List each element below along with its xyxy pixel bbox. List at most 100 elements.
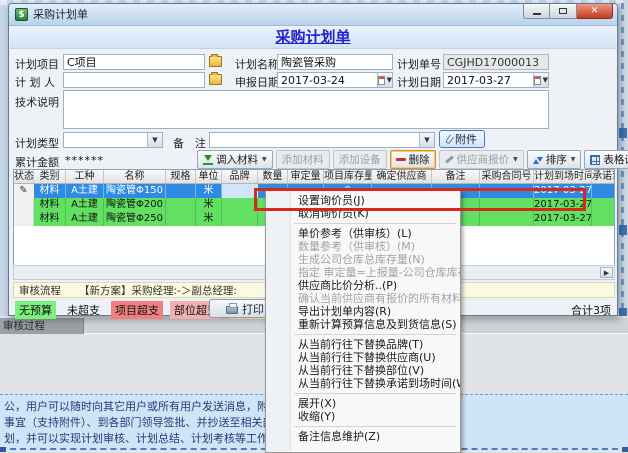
- column-header[interactable]: 名称: [104, 170, 166, 183]
- selection-handle[interactable]: [0, 447, 6, 452]
- toolbar-button: 添加材料: [276, 150, 330, 169]
- menu-separator: [294, 426, 456, 427]
- plan-date-input[interactable]: 2017-03-27 ▼: [443, 72, 549, 88]
- chevron-down-icon: ▼: [387, 76, 392, 84]
- toolbar-button[interactable]: 表格设置▼: [584, 150, 628, 169]
- minus-icon: [396, 158, 406, 161]
- maximize-button[interactable]: [550, 4, 577, 19]
- row-state-cell: [14, 198, 34, 212]
- attachment-button[interactable]: 附件: [439, 130, 485, 148]
- printer-icon: [226, 306, 238, 314]
- toolbar-button-label: 排序: [546, 152, 567, 167]
- column-header[interactable]: 承诺到场时间: [592, 170, 615, 183]
- column-header[interactable]: 采购合同号: [480, 170, 534, 183]
- column-header[interactable]: 计划到场时间: [534, 170, 592, 183]
- window-title: 采购计划单: [33, 4, 88, 26]
- planner-lookup-icon[interactable]: [209, 74, 222, 85]
- planner-input[interactable]: [63, 72, 205, 88]
- calendar-dropdown[interactable]: ▼: [533, 73, 548, 87]
- titlebar[interactable]: $ 采购计划单 ✕: [9, 4, 617, 26]
- plan-name-label: 计划名称: [235, 56, 279, 72]
- maximize-icon: [559, 8, 567, 14]
- context-menu-item[interactable]: 导出计划单内容(R): [266, 305, 460, 318]
- toolbar-button-label: 添加设备: [339, 152, 381, 167]
- context-menu-item[interactable]: 设置询价员(J): [266, 194, 460, 207]
- table-cell: [480, 198, 534, 212]
- context-menu-item[interactable]: 重新计算预算信息及到货信息(S): [266, 318, 460, 331]
- toolbar-button[interactable]: 删除: [390, 150, 436, 169]
- calendar-dropdown[interactable]: ▼: [377, 73, 392, 87]
- context-menu-item[interactable]: 展开(X): [266, 397, 460, 410]
- toolbar-button-label: 调入材料: [216, 152, 258, 167]
- table-cell: [222, 198, 258, 212]
- toolbar-button-label: 供应商报价: [457, 152, 510, 167]
- tech-note-textarea[interactable]: [63, 90, 549, 129]
- form-header-band: 采购计划单: [10, 26, 616, 49]
- plan-date-value[interactable]: 2017-03-27: [444, 73, 533, 87]
- app-icon: $: [15, 8, 28, 21]
- status-badge: 无预算: [15, 301, 56, 319]
- table-cell: [166, 198, 196, 212]
- table-cell: 米: [196, 198, 222, 212]
- planner-label: 计 划 人: [15, 74, 55, 90]
- tech-note-label: 技术说明: [15, 94, 59, 110]
- parent-panel-tab[interactable]: 审核过程: [0, 318, 84, 334]
- context-menu-item[interactable]: 从当前行往下替换承诺到场时间(W): [266, 377, 460, 390]
- plan-name-input[interactable]: [277, 54, 393, 70]
- chevron-down-icon: ▼: [513, 156, 518, 163]
- remark-label: 备 注: [173, 135, 206, 151]
- context-menu-item[interactable]: 单价参考（供审核）(L): [266, 227, 460, 240]
- table-cell: A土建: [66, 184, 104, 198]
- import-icon: [203, 155, 213, 165]
- toolbar-button[interactable]: 调入材料▼: [197, 150, 273, 169]
- screen: 审核过程 公，用户可以随时向其它用户或所有用户发送消息，附件。接收人只要在线就可…: [0, 0, 628, 453]
- column-header[interactable]: 审定量: [288, 170, 324, 183]
- column-header[interactable]: 确定供应商: [372, 170, 432, 183]
- declare-date-input[interactable]: 2017-03-24 ▼: [277, 72, 393, 88]
- window-buttons: ✕: [523, 4, 613, 19]
- plan-project-input[interactable]: [63, 54, 205, 70]
- column-header[interactable]: 备注: [432, 170, 480, 183]
- column-header[interactable]: 状态: [14, 170, 34, 183]
- status-badge: 项目超支: [111, 301, 163, 319]
- column-header[interactable]: 数量: [258, 170, 288, 183]
- chevron-down-icon[interactable]: ▼: [419, 133, 434, 147]
- context-menu-item[interactable]: 备注信息维护(Z): [266, 430, 460, 443]
- chevron-down-icon[interactable]: ▼: [147, 133, 162, 147]
- declare-date-value[interactable]: 2017-03-24: [278, 73, 377, 87]
- table-cell: [222, 184, 258, 198]
- context-menu-item[interactable]: 从当前行往下替换部位(V): [266, 364, 460, 377]
- table-cell: [592, 212, 615, 226]
- selection-handle[interactable]: [622, 447, 628, 452]
- context-menu-item[interactable]: 从当前行往下替换供应商(U): [266, 351, 460, 364]
- remark-select[interactable]: ▼: [209, 132, 435, 148]
- scroll-marker: [619, 128, 627, 138]
- toolbar-button: 供应商报价▼: [439, 150, 524, 169]
- scroll-marker: [619, 225, 627, 235]
- sort-icon: [533, 155, 543, 165]
- toolbar-button-label: 表格设置: [603, 152, 628, 167]
- context-menu-item[interactable]: 供应商比价分析..(P): [266, 279, 460, 292]
- column-header[interactable]: 单位: [196, 170, 222, 183]
- project-lookup-icon[interactable]: [209, 56, 222, 67]
- print-button-label: 打印: [242, 301, 264, 317]
- column-header[interactable]: 品牌: [222, 170, 258, 183]
- context-menu-item: 生成公司仓库总库存量(N): [266, 253, 460, 266]
- context-menu-item: 确认当前供应商有报价的所有材料(Q): [266, 292, 460, 305]
- scroll-right-button[interactable]: ▶: [600, 267, 613, 278]
- row-state-cell: [14, 212, 34, 226]
- table-cell: [222, 212, 258, 226]
- column-header[interactable]: 工种: [66, 170, 104, 183]
- minimize-button[interactable]: [523, 4, 550, 19]
- column-header[interactable]: 类别: [34, 170, 66, 183]
- context-menu-item[interactable]: 收缩(Y): [266, 410, 460, 423]
- table-cell: 米: [196, 212, 222, 226]
- review-flow-value: 【新方案】采购经理:-＞副总经理:: [79, 283, 237, 298]
- context-menu-item[interactable]: 取消询价员(K): [266, 207, 460, 220]
- toolbar-button[interactable]: 排序▼: [527, 150, 582, 169]
- context-menu-item[interactable]: 从当前行往下替换品牌(T): [266, 338, 460, 351]
- plan-type-select[interactable]: ▼: [63, 132, 163, 148]
- close-button[interactable]: ✕: [577, 4, 613, 19]
- column-header[interactable]: 规格: [166, 170, 196, 183]
- column-header[interactable]: 项目库存量: [324, 170, 372, 183]
